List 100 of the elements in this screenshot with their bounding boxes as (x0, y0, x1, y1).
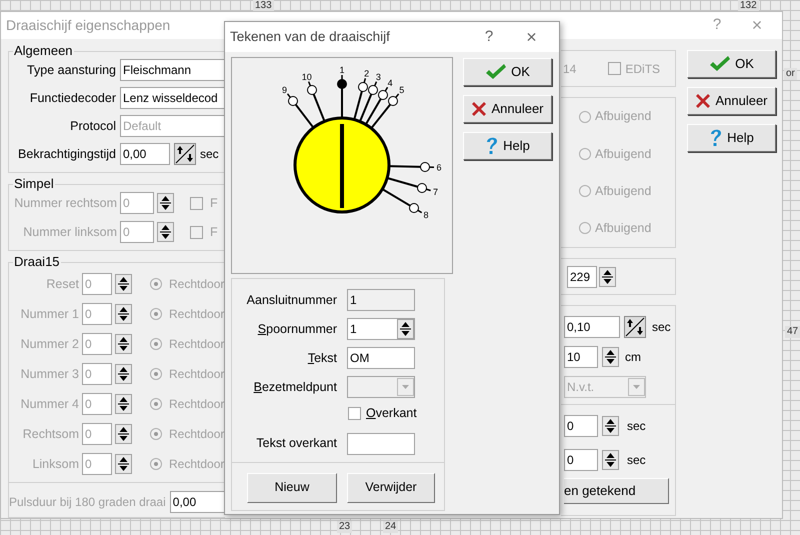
dropdown[interactable] (347, 376, 415, 398)
input-field[interactable]: 229 (567, 266, 597, 288)
radio-label: Afbuigend (595, 182, 652, 200)
checkbox[interactable] (190, 226, 203, 238)
checkmark-icon (709, 56, 732, 72)
radio-button[interactable] (150, 398, 162, 410)
steps-label: 14 (563, 60, 576, 78)
input-field[interactable]: 0 (564, 449, 598, 471)
field-label: Aansluitnummer (246, 292, 337, 309)
canvas-label: or (784, 68, 797, 80)
dialog-button[interactable]: Annuleer (687, 87, 776, 115)
group-label: Simpel (13, 176, 55, 192)
radio-button[interactable] (150, 338, 162, 350)
window-title: Draaischijf eigenschappen (6, 16, 170, 35)
field-label: Nummer rechtsom (13, 194, 117, 212)
field-label: Type aansturing (26, 62, 116, 79)
canvas-label: 133 (253, 0, 274, 12)
field-label: Bekrachtigingstijd (17, 146, 116, 163)
field-label: Nummer linksom (22, 224, 117, 241)
radio-button[interactable] (150, 428, 162, 440)
time-spin-icon[interactable] (624, 316, 646, 338)
input-field[interactable]: 0,00 (120, 143, 170, 165)
dropdown[interactable]: Fleischmann (120, 59, 225, 81)
question-mark-icon (485, 136, 500, 156)
input-field[interactable]: 0 (564, 415, 598, 437)
dialog-button[interactable]: Help (687, 124, 776, 152)
dialog-button[interactable]: OK (687, 50, 776, 78)
unit-label: sec (627, 418, 646, 435)
checkbox[interactable] (608, 62, 622, 75)
radio-button[interactable] (579, 222, 591, 234)
field-label: Linksom (31, 456, 79, 473)
radio-label: Afbuigend (595, 108, 652, 126)
radio-button[interactable] (150, 458, 162, 470)
cross-icon (695, 93, 712, 109)
radio-label: Rechtdoor (169, 396, 224, 413)
input-field: 1 (347, 289, 415, 311)
checkbox-label: EDiTS (625, 60, 660, 78)
canvas-label: 132 (738, 0, 759, 12)
spin-buttons-icon[interactable] (397, 319, 414, 339)
spin-buttons-icon[interactable] (602, 416, 619, 436)
dialog-button[interactable]: OK (463, 58, 552, 86)
spin-buttons-icon[interactable] (115, 274, 132, 294)
unit-label: cm (625, 349, 641, 366)
field-label: Tekst overkant (255, 435, 337, 452)
help-button[interactable]: ? (474, 26, 504, 48)
unit-label: sec (627, 452, 646, 469)
spin-buttons-icon[interactable] (157, 222, 174, 242)
input-field[interactable]: 0,00 (170, 491, 225, 513)
question-mark-icon (709, 128, 724, 148)
radio-label: Afbuigend (595, 146, 652, 163)
field-label: Nummer 4 (20, 396, 79, 413)
radio-button[interactable] (579, 185, 591, 198)
spin-buttons-icon[interactable] (115, 364, 132, 384)
dialog-button[interactable]: Help (463, 132, 552, 160)
field-label: Pulsduur bij 180 graden draai (9, 494, 166, 511)
spin-buttons-icon[interactable] (115, 454, 132, 474)
checkbox-label: F (210, 224, 218, 241)
checkmark-icon (485, 64, 508, 80)
close-button[interactable]: × (504, 24, 559, 50)
field-label: Nummer 3 (20, 366, 79, 383)
radio-label: Rechtdoor (169, 306, 224, 323)
field-label: Protocol (69, 118, 116, 135)
field-label: Tekst (306, 350, 337, 367)
field-label: Functiedecoder (28, 90, 116, 107)
input-field[interactable]: 10 (564, 346, 598, 368)
input-field[interactable]: OM (347, 347, 415, 369)
radio-button[interactable] (150, 368, 162, 380)
field-label: Bezetmeldpunt (252, 378, 337, 396)
track-connector[interactable]: 1 (337, 65, 347, 118)
spin-buttons-icon[interactable] (602, 347, 619, 367)
checkbox[interactable] (190, 196, 203, 210)
dialog-button[interactable]: Annuleer (463, 95, 552, 123)
radio-button[interactable] (579, 110, 591, 123)
track-connector[interactable]: 6 (388, 162, 442, 172)
number-spinner[interactable]: 1 (347, 318, 415, 340)
spin-buttons-icon[interactable] (602, 450, 619, 470)
time-spin-icon[interactable] (174, 143, 196, 165)
draw-button[interactable]: en getekend (564, 478, 669, 504)
dialog-button[interactable]: Verwijder (347, 472, 435, 503)
spin-buttons-icon[interactable] (157, 193, 174, 213)
checkbox[interactable] (348, 406, 361, 420)
spin-buttons-icon[interactable] (115, 304, 132, 324)
radio-button[interactable] (579, 148, 591, 160)
input-field[interactable]: 0,10 (564, 316, 620, 338)
input-field[interactable] (347, 432, 415, 455)
field-label: Reset (45, 276, 79, 293)
radio-label: Rechtdoor (169, 336, 224, 353)
radio-button[interactable] (150, 308, 162, 320)
field-label: Spoornummer (256, 320, 337, 338)
dialog-button[interactable]: Nieuw (247, 472, 337, 503)
radio-button[interactable] (150, 278, 162, 290)
spin-buttons-icon[interactable] (115, 424, 132, 444)
spin-buttons-icon[interactable] (115, 334, 132, 354)
dropdown[interactable]: Lenz wisseldecod (120, 87, 225, 109)
spin-buttons-icon[interactable] (115, 394, 132, 414)
window-title: Tekenen van de draaischijf (230, 28, 390, 46)
checkbox-label[interactable]: Overkant (366, 404, 417, 423)
field-label: Nummer 1 (20, 306, 79, 323)
spin-buttons-icon[interactable] (599, 266, 616, 286)
canvas-label: 23 (337, 521, 352, 533)
